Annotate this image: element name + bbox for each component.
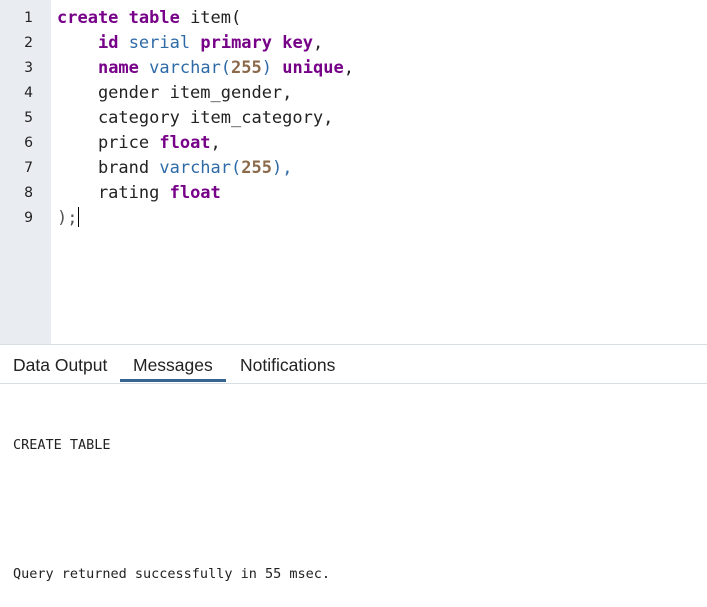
code-token: unique (282, 58, 344, 78)
code-token: , (210, 133, 221, 153)
message-line: Query returned successfully in 55 msec. (13, 566, 330, 582)
code-line: create table item( (57, 6, 354, 31)
code-token: ), (271, 158, 293, 178)
sql-editor[interactable]: 1 2 3 4 5 6 7 8 9 create table item( id … (0, 0, 707, 344)
code-token: ); (57, 208, 78, 228)
code-token: rating (57, 183, 170, 203)
code-token: ) (261, 58, 273, 78)
code-token: price (57, 133, 160, 153)
code-token: 255 (231, 58, 262, 78)
line-number: 4 (24, 85, 33, 101)
code-token: category item_category, (57, 108, 334, 128)
code-token: gender item_gender, (57, 83, 293, 103)
code-token: create table (57, 8, 191, 28)
code-token: 255 (241, 158, 272, 178)
tab-messages[interactable]: Messages (133, 355, 213, 376)
line-number: 5 (24, 110, 33, 126)
code-line: brand varchar(255), (57, 156, 354, 181)
code-line: name varchar(255) unique, (57, 56, 354, 81)
code-token: varchar( (149, 58, 232, 78)
line-number-gutter: 1 2 3 4 5 6 7 8 9 (0, 0, 51, 344)
code-token: varchar( (159, 158, 242, 178)
code-token: serial (128, 33, 191, 53)
code-token: float (159, 133, 211, 153)
message-line: CREATE TABLE (13, 437, 111, 453)
output-tabs: Data Output Messages Notifications (0, 345, 707, 384)
code-token: name (97, 58, 139, 78)
code-line: price float, (57, 131, 354, 156)
active-tab-indicator (120, 379, 226, 382)
line-number: 9 (24, 210, 33, 226)
line-number: 3 (24, 60, 33, 76)
code-token: id (97, 33, 119, 53)
code-line: gender item_gender, (57, 81, 354, 106)
text-cursor (78, 207, 80, 227)
code-token: float (169, 183, 221, 203)
code-token: primary key (200, 33, 313, 53)
code-token: , (312, 33, 324, 53)
code-line: ); (57, 206, 354, 231)
tab-notifications[interactable]: Notifications (240, 355, 335, 376)
code-token: , (343, 58, 354, 78)
code-line: id serial primary key, (57, 31, 354, 56)
code-content[interactable]: create table item( id serial primary key… (57, 6, 354, 231)
tab-data-output[interactable]: Data Output (13, 355, 107, 376)
line-number: 7 (24, 160, 33, 176)
messages-panel: CREATE TABLE Query returned successfully… (13, 392, 330, 607)
code-line: rating float (57, 181, 354, 206)
code-token: brand (57, 158, 160, 178)
line-number: 8 (24, 185, 33, 201)
line-number: 6 (24, 135, 33, 151)
code-line: category item_category, (57, 106, 354, 131)
code-token: item( (190, 8, 242, 28)
line-number: 1 (24, 10, 33, 26)
line-number: 2 (24, 35, 33, 51)
